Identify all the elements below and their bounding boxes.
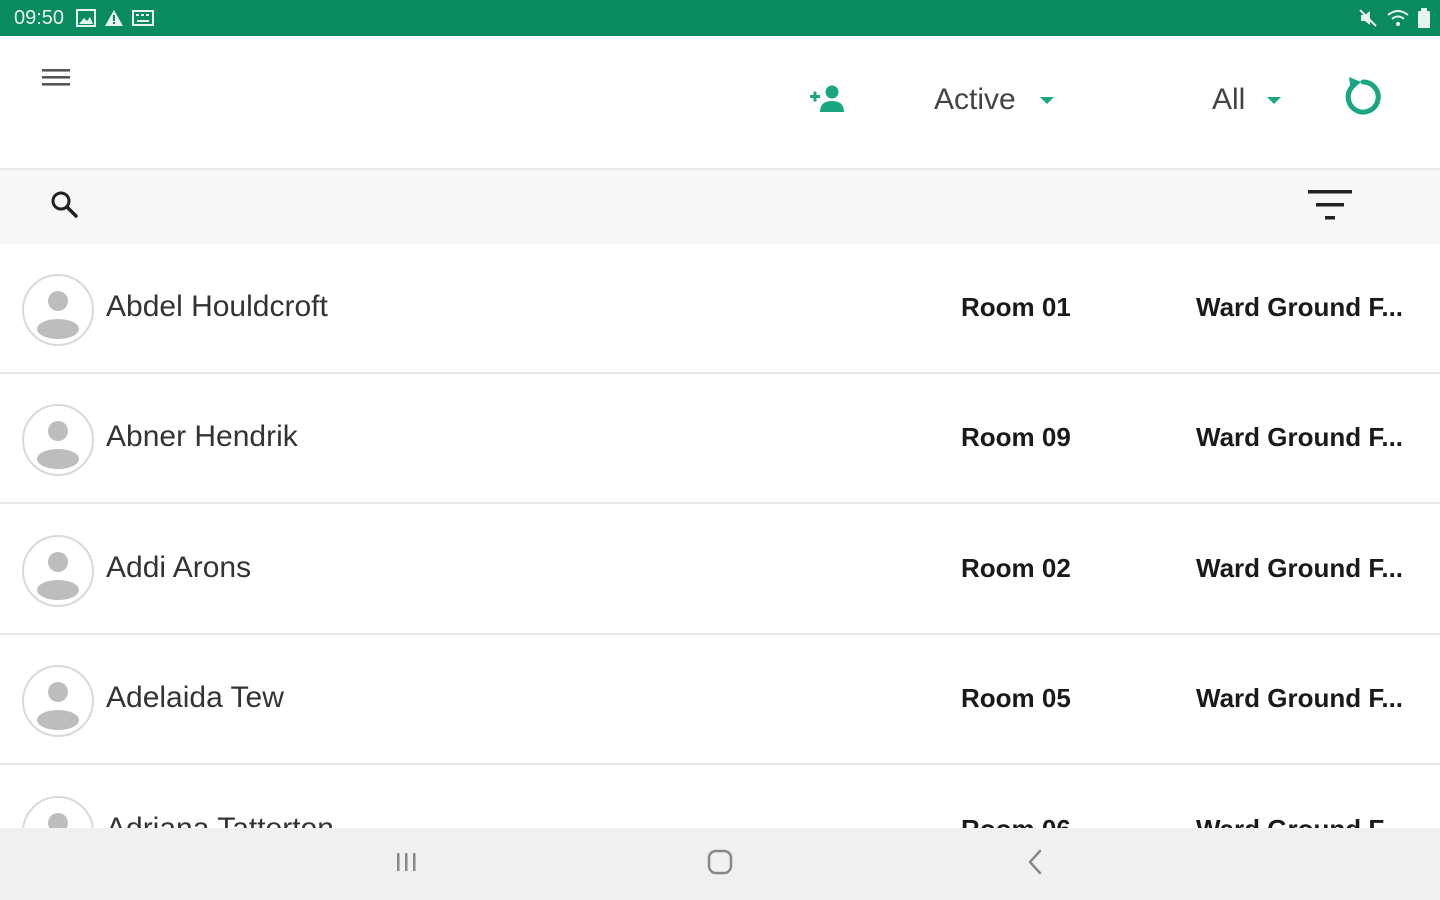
system-nav-bar <box>0 828 1440 900</box>
app-toolbar: Active All <box>0 36 1440 164</box>
home-button[interactable] <box>700 846 740 882</box>
mute-icon <box>1358 8 1378 33</box>
chevron-down-icon <box>1039 96 1054 104</box>
patient-room: Room 01 <box>961 292 1071 322</box>
patient-room: Room 02 <box>961 553 1071 583</box>
search-bar[interactable] <box>0 168 1440 244</box>
status-bar: 09:50 <box>0 0 1440 36</box>
patient-name: Addi Arons <box>106 551 252 584</box>
status-left-icons <box>76 9 154 32</box>
scope-filter-dropdown[interactable]: All <box>1212 80 1282 120</box>
patient-name: Adelaida Tew <box>106 681 284 714</box>
menu-icon <box>40 66 72 93</box>
warning-icon <box>104 9 124 32</box>
patient-room: Room 06 <box>961 814 1071 828</box>
search-button[interactable] <box>48 188 84 224</box>
patient-room: Room 05 <box>961 683 1071 713</box>
avatar <box>22 535 94 607</box>
patient-ward: Ward Ground F... <box>1196 422 1404 452</box>
avatar <box>22 665 94 737</box>
back-icon <box>1024 848 1048 881</box>
patient-row[interactable]: Abdel Houldcroft Room 01 Ward Ground F..… <box>0 244 1440 374</box>
search-icon <box>48 191 82 226</box>
avatar <box>22 274 94 346</box>
person-icon <box>24 291 92 344</box>
filter-icon <box>1306 190 1354 228</box>
person-icon <box>24 682 92 735</box>
menu-button[interactable] <box>36 64 76 94</box>
status-time: 09:50 <box>14 7 65 29</box>
patient-row[interactable]: Addi Arons Room 02 Ward Ground F... <box>0 505 1440 635</box>
person-icon <box>24 552 92 605</box>
status-right-icons <box>1358 8 1430 33</box>
patient-ward: Ward Ground F... <box>1196 292 1404 322</box>
patient-row[interactable]: Abner Hendrik Room 09 Ward Ground F... <box>0 374 1440 504</box>
avatar <box>22 404 94 476</box>
patient-name: Abdel Houldcroft <box>106 290 328 323</box>
patient-list: Abdel Houldcroft Room 01 Ward Ground F..… <box>0 244 1440 828</box>
patient-name: Adriana Tatterton <box>106 812 334 828</box>
filter-button[interactable] <box>1306 188 1356 228</box>
status-filter-dropdown[interactable]: Active <box>934 80 1054 120</box>
recents-button[interactable] <box>386 846 426 882</box>
person-icon <box>24 421 92 474</box>
back-button[interactable] <box>1016 846 1056 882</box>
wifi-icon <box>1386 8 1410 33</box>
refresh-button[interactable] <box>1340 74 1386 124</box>
patient-room: Room 09 <box>961 422 1071 452</box>
add-person-icon <box>808 84 846 117</box>
chevron-down-icon <box>1267 96 1282 104</box>
patient-row[interactable]: Adriana Tatterton Room 06 Ward Ground F.… <box>0 766 1440 828</box>
patient-ward: Ward Ground F... <box>1196 553 1404 583</box>
refresh-icon <box>1342 74 1384 125</box>
home-icon <box>706 848 734 881</box>
patient-name: Abner Hendrik <box>106 420 298 453</box>
patient-row[interactable]: Adelaida Tew Room 05 Ward Ground F... <box>0 635 1440 765</box>
scope-filter-label: All <box>1212 83 1246 116</box>
image-icon <box>76 9 96 32</box>
add-patient-button[interactable] <box>804 82 850 118</box>
keyboard-icon <box>132 9 154 32</box>
avatar <box>22 796 94 828</box>
recents-icon <box>392 850 420 879</box>
patient-ward: Ward Ground F... <box>1196 814 1403 828</box>
battery-icon <box>1418 8 1430 33</box>
patient-ward: Ward Ground F... <box>1196 683 1404 713</box>
status-filter-label: Active <box>934 83 1016 116</box>
